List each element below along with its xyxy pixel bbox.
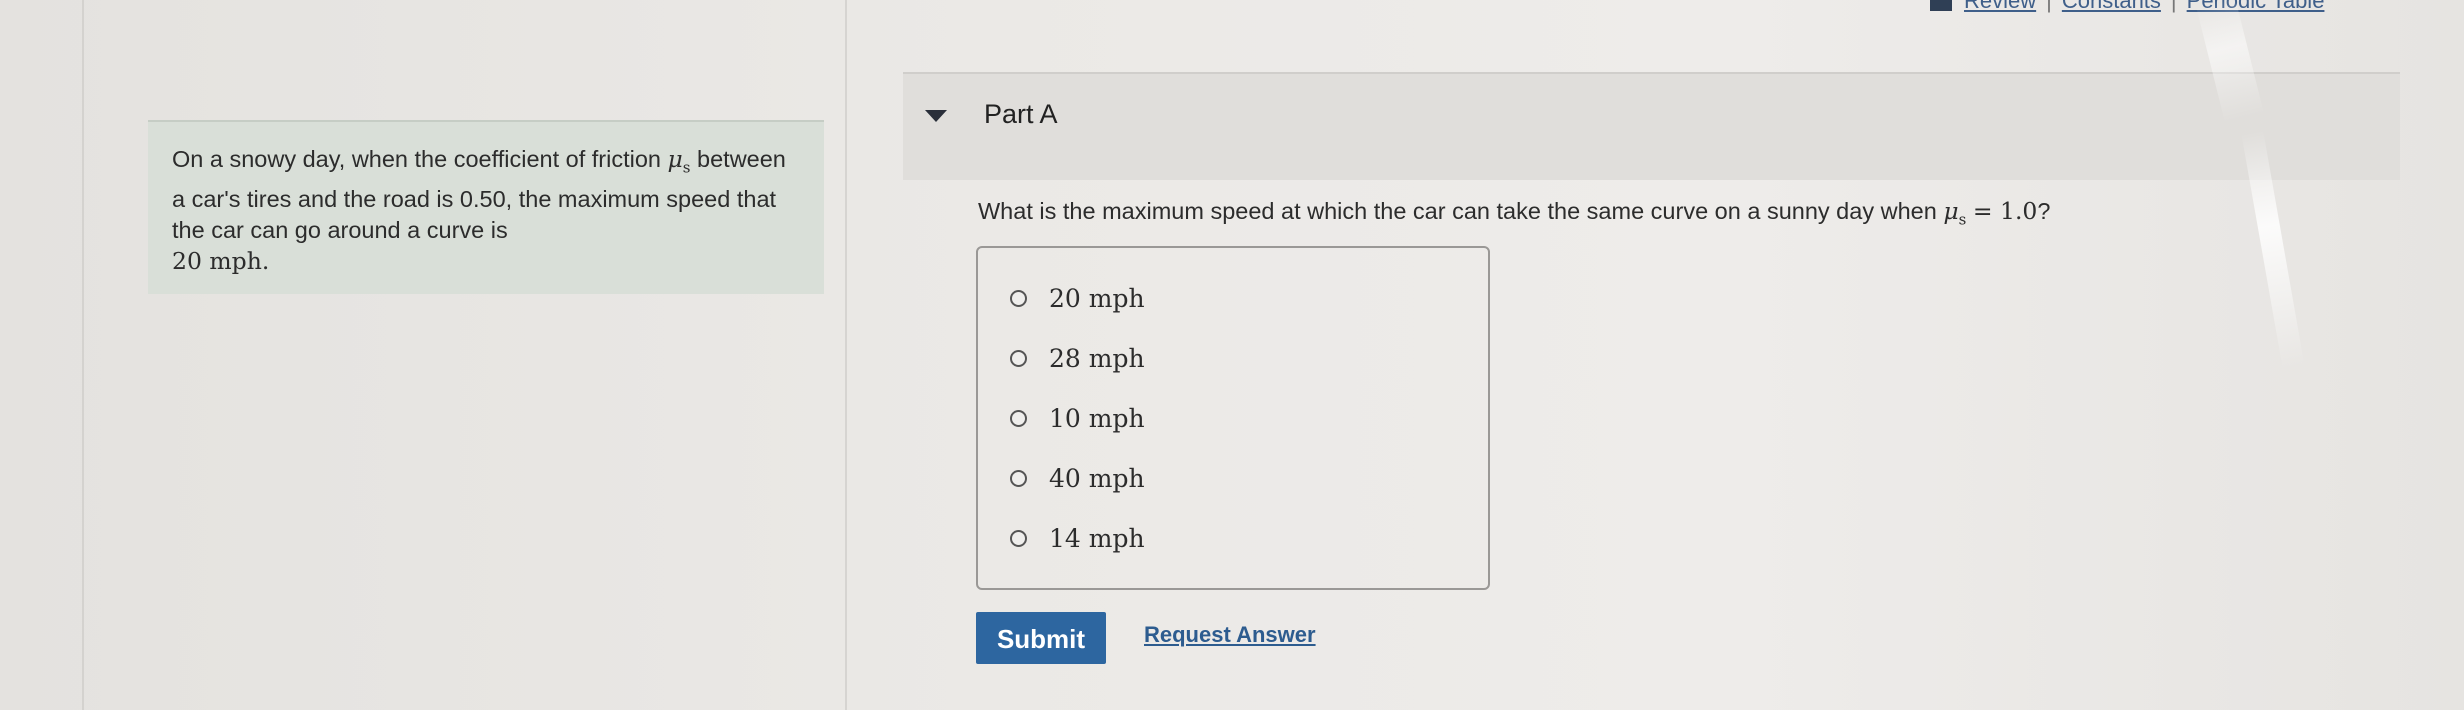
part-a-header[interactable]: Part A [903,72,2400,180]
radio-button[interactable] [1010,470,1027,487]
panel-divider [845,0,847,710]
question-text-middle: e curve on a sunny day when [1631,198,1937,224]
left-gutter-line [82,0,84,710]
answer-choices: 20 mph 28 mph 10 mph 40 mph 14 mph [976,246,1490,590]
choice-label: 14 mph [1049,524,1145,553]
mu-symbol: μ [1943,197,1959,225]
choice-label: 28 mph [1049,344,1145,373]
choice-10-mph[interactable]: 10 mph [1010,404,1145,433]
speed-value: 20 mph. [172,246,270,275]
mu-symbol: μ [667,145,683,173]
choice-label: 40 mph [1049,464,1145,493]
periodic-table-link[interactable]: Periodic Table [2187,0,2325,14]
problem-text-1: On a snowy day, when the coefficient of … [172,146,661,172]
mu-subscript: s [682,158,691,177]
book-icon [1930,0,1952,11]
choice-label: 10 mph [1049,404,1145,433]
submit-button[interactable]: Submit [976,612,1106,664]
radio-button[interactable] [1010,410,1027,427]
caret-down-icon[interactable] [925,110,947,122]
link-separator: | [2170,0,2177,13]
link-separator: | [2046,0,2052,13]
review-link[interactable]: Review [1964,0,2036,14]
question-text-before: What is the maximum speed at which the c… [978,198,1612,224]
choice-40-mph[interactable]: 40 mph [1010,464,1145,493]
question-text: What is the maximum speed at which the c… [978,197,2050,229]
mu-subscript: s [1958,210,1967,229]
problem-statement: On a snowy day, when the coefficient of … [148,120,824,294]
question-cursor-char: m [1611,198,1632,224]
equals-value: = 1.0 [1972,197,2038,225]
radio-button[interactable] [1010,350,1027,367]
choice-14-mph[interactable]: 14 mph [1010,524,1145,553]
choice-label: 20 mph [1049,284,1145,313]
choice-20-mph[interactable]: 20 mph [1010,284,1145,313]
radio-button[interactable] [1010,290,1027,307]
part-title: Part A [984,99,1058,129]
top-links-bar: Review | Constants | Periodic Table [1930,0,2324,14]
question-end: ? [2037,198,2051,224]
choice-28-mph[interactable]: 28 mph [1010,344,1145,373]
constants-link[interactable]: Constants [2062,0,2161,14]
radio-button[interactable] [1010,530,1027,547]
request-answer-link[interactable]: Request Answer [1144,622,1316,648]
